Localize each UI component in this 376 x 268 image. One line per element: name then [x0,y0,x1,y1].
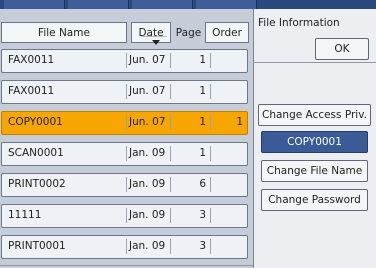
cell-separator [126,53,127,68]
file-list-panel [0,9,253,268]
cell-separator [126,208,127,223]
list-bottom-divider [0,265,253,266]
cell-separator [126,146,127,161]
page-count-cell: 1 [199,116,206,128]
file-row[interactable]: FAX0011 Jun. 07 1 [1,80,248,104]
page-count-cell: 6 [199,178,206,190]
cell-separator [126,84,127,99]
file-name-cell: FAX0011 [8,85,55,97]
page-count-cell: 3 [199,240,206,252]
top-bar [0,0,376,9]
file-row[interactable]: PRINT0002 Jan. 09 6 [1,173,248,197]
cell-separator [170,115,171,130]
cell-separator [210,208,211,223]
date-cell: Jan. 09 [129,240,166,252]
panel-divider [253,62,376,63]
top-tab [68,0,129,9]
date-cell: Jan. 09 [129,178,166,190]
top-tab [4,0,65,9]
order-cell: 1 [236,116,243,128]
change-file-name-button[interactable]: Change File Name [261,160,368,182]
file-name-cell: SCAN0001 [8,147,64,159]
cell-separator [210,84,211,99]
cell-separator [170,208,171,223]
date-cell: Jan. 09 [129,209,166,221]
file-name-cell: 11111 [8,209,42,221]
cell-separator [210,177,211,192]
file-name-cell: PRINT0002 [8,178,66,190]
file-row[interactable]: PRINT0001 Jan. 09 3 [1,235,248,259]
cell-separator [210,146,211,161]
selected-file-name-display: COPY0001 [261,131,368,153]
column-header-order[interactable]: Order [205,22,249,43]
column-header-date[interactable]: Date [131,22,171,43]
date-cell: Jun. 07 [129,116,166,128]
cell-separator [170,53,171,68]
file-name-cell: COPY0001 [8,116,63,128]
date-cell: Jun. 07 [129,85,166,97]
sort-down-icon [152,40,160,45]
date-cell: Jun. 07 [129,54,166,66]
cell-separator [170,177,171,192]
cell-separator [170,239,171,254]
sort-indicator-line [141,36,167,37]
column-header-page: Page [175,26,202,39]
cell-separator [170,84,171,99]
page-count-cell: 1 [199,147,206,159]
page-count-cell: 1 [199,54,206,66]
page-count-cell: 1 [199,85,206,97]
cell-separator [210,53,211,68]
page-count-cell: 3 [199,209,206,221]
cell-separator [126,115,127,130]
change-access-privileges-button[interactable]: Change Access Priv. [258,104,371,126]
cell-separator [210,239,211,254]
change-password-button[interactable]: Change Password [261,189,368,211]
cell-separator [126,239,127,254]
file-row[interactable]: FAX0011 Jun. 07 1 [1,49,248,73]
ok-button[interactable]: OK [315,38,369,60]
cell-separator [170,146,171,161]
file-information-title: File Information [258,17,340,29]
file-row[interactable]: COPY0001 Jun. 07 1 1 [1,111,248,135]
date-cell: Jan. 09 [129,147,166,159]
file-name-cell: FAX0011 [8,54,55,66]
file-row[interactable]: 11111 Jan. 09 3 [1,204,248,228]
file-row[interactable]: SCAN0001 Jan. 09 1 [1,142,248,166]
file-name-cell: PRINT0001 [8,240,66,252]
top-tab [132,0,193,9]
cell-separator [126,177,127,192]
column-header-file-name[interactable]: File Name [1,22,127,43]
top-tab [196,0,257,9]
